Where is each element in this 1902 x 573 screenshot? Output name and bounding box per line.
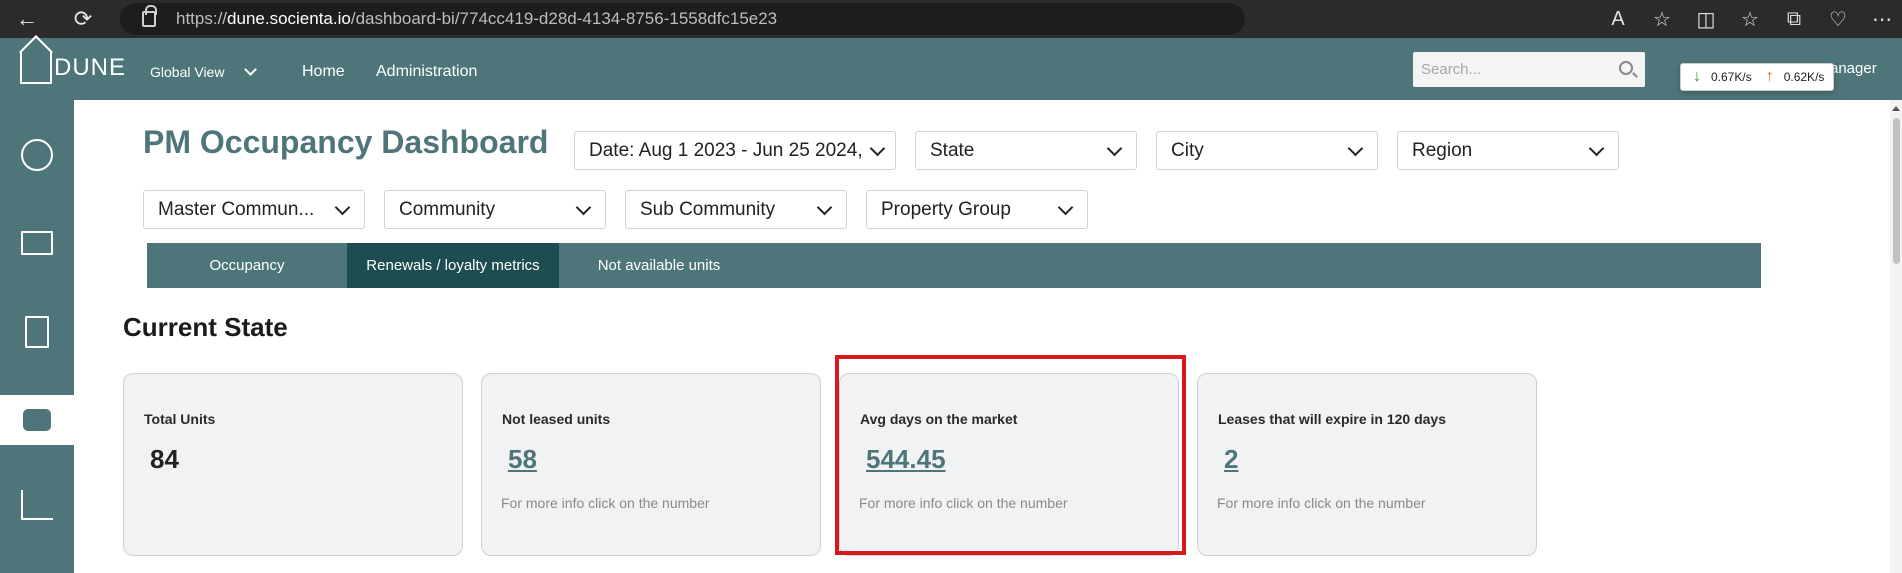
card-note: For more info click on the number <box>501 495 710 511</box>
nav-administration[interactable]: Administration <box>376 63 477 81</box>
sidebar-item-analytics[interactable] <box>0 475 74 535</box>
wallet-icon <box>23 409 51 431</box>
city-filter-label: City <box>1171 139 1204 161</box>
community-filter-label: Community <box>399 198 496 220</box>
card-value-link[interactable]: 58 <box>508 444 537 475</box>
card-total-units: Total Units 84 <box>123 373 463 556</box>
refresh-icon[interactable]: ⟳ <box>62 0 104 38</box>
chevron-down-icon <box>334 199 351 216</box>
master-community-filter-label: Master Commun... <box>158 198 315 220</box>
tab-renewals[interactable]: Renewals / loyalty metrics <box>347 243 559 288</box>
building-icon <box>25 316 49 348</box>
lock-icon <box>142 5 157 27</box>
nav-global-view-label: Global View <box>150 64 225 80</box>
chevron-down-icon <box>1057 199 1074 216</box>
chevron-down-icon <box>1347 140 1364 157</box>
favorite-star-icon[interactable]: ☆ <box>1650 7 1674 32</box>
state-filter[interactable]: State <box>915 131 1137 170</box>
card-label: Leases that will expire in 120 days <box>1218 411 1446 427</box>
card-note: For more info click on the number <box>1217 495 1426 511</box>
sub-community-filter-label: Sub Community <box>640 198 776 220</box>
date-filter-label: Date: Aug 1 2023 - Jun 25 2024, <box>589 139 863 161</box>
city-filter[interactable]: City <box>1156 131 1378 170</box>
sidebar-item-global[interactable] <box>0 125 74 185</box>
more-icon[interactable]: ⋯ <box>1870 7 1894 32</box>
highlight-box <box>835 355 1186 555</box>
chevron-down-icon <box>869 140 886 157</box>
nav-home[interactable]: Home <box>302 63 345 81</box>
address-bar[interactable]: https://dune.socienta.io/dashboard-bi/77… <box>120 3 1245 35</box>
sidebar <box>0 100 74 573</box>
state-filter-label: State <box>930 139 975 161</box>
user-menu[interactable]: anager <box>1830 60 1877 77</box>
search-input[interactable]: Search... <box>1413 52 1645 87</box>
url-prefix: https:// <box>176 9 228 28</box>
region-filter-label: Region <box>1412 139 1473 161</box>
master-community-filter[interactable]: Master Commun... <box>143 190 365 229</box>
logo[interactable]: DUNE <box>20 52 126 84</box>
card-value-link[interactable]: 2 <box>1224 444 1238 475</box>
search-icon[interactable] <box>1619 61 1633 75</box>
scroll-up-arrow-icon[interactable] <box>1892 106 1900 111</box>
house-logo-icon <box>20 52 52 84</box>
card-label: Total Units <box>144 411 216 427</box>
chevron-down-icon <box>1106 140 1123 157</box>
sidebar-item-presentation[interactable] <box>0 213 74 273</box>
download-arrow-icon: ↓ <box>1693 68 1701 85</box>
chevron-down-icon <box>575 199 592 216</box>
back-arrow-icon[interactable]: ← <box>6 0 48 38</box>
url-host: dune.socienta.io <box>227 9 351 28</box>
chevron-down-icon <box>244 63 258 76</box>
card-value: 84 <box>150 444 179 474</box>
community-filter[interactable]: Community <box>384 190 606 229</box>
chevron-down-icon <box>816 199 833 216</box>
card-leases-expiring: Leases that will expire in 120 days 2 Fo… <box>1197 373 1537 556</box>
favorites-icon[interactable]: ☆ <box>1738 7 1762 32</box>
card-not-leased-units: Not leased units 58 For more info click … <box>481 373 821 556</box>
health-icon[interactable]: ♡ <box>1826 7 1850 32</box>
chevron-down-icon <box>1588 140 1605 157</box>
network-speed-popup: ↓ 0.67K/s ↑ 0.62K/s <box>1680 63 1834 91</box>
bar-chart-icon <box>21 490 53 520</box>
tab-occupancy[interactable]: Occupancy <box>147 243 347 288</box>
read-aloud-icon[interactable]: A <box>1606 8 1630 31</box>
section-title: Current State <box>123 312 288 342</box>
property-group-filter-label: Property Group <box>881 198 1011 220</box>
upload-arrow-icon: ↑ <box>1765 68 1774 85</box>
url-path: /dashboard-bi/774cc419-d28d-4134-8756-15… <box>350 9 778 28</box>
browser-actions: A ☆ ◫ ☆ ⧉ ♡ ⋯ <box>1606 0 1894 38</box>
logo-text: DUNE <box>54 54 127 81</box>
sub-community-filter[interactable]: Sub Community <box>625 190 847 229</box>
scrollbar-thumb[interactable] <box>1893 118 1900 264</box>
globe-icon <box>21 139 53 171</box>
page-title: PM Occupancy Dashboard <box>143 124 549 160</box>
upload-speed: 0.62K/s <box>1783 70 1825 84</box>
tab-not-available-units[interactable]: Not available units <box>559 243 759 288</box>
collections-icon[interactable]: ⧉ <box>1782 8 1806 31</box>
split-screen-icon[interactable]: ◫ <box>1694 7 1718 32</box>
presentation-icon <box>21 231 53 255</box>
nav-global-view[interactable]: Global View <box>150 63 258 80</box>
browser-toolbar: ← ⟳ https://dune.socienta.io/dashboard-b… <box>0 0 1902 38</box>
date-filter[interactable]: Date: Aug 1 2023 - Jun 25 2024, <box>574 131 896 170</box>
sidebar-item-buildings[interactable] <box>0 302 74 362</box>
region-filter[interactable]: Region <box>1397 131 1619 170</box>
download-speed: 0.67K/s <box>1711 70 1752 84</box>
dashboard-tabs: Occupancy Renewals / loyalty metrics Not… <box>147 243 1761 288</box>
card-label: Not leased units <box>502 411 611 427</box>
search-placeholder: Search... <box>1421 61 1482 78</box>
property-group-filter[interactable]: Property Group <box>866 190 1088 229</box>
sidebar-item-wallet[interactable] <box>0 395 74 445</box>
